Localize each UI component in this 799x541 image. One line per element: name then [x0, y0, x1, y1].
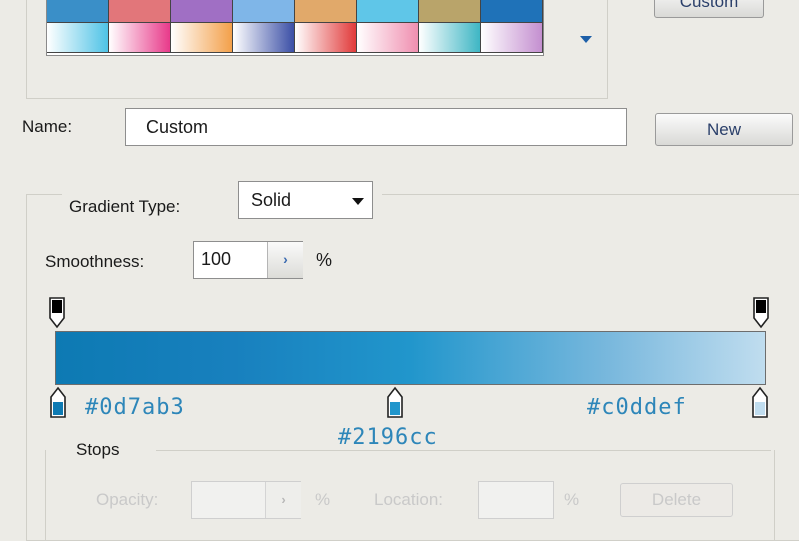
- color-stop-right-icon[interactable]: [750, 386, 770, 420]
- preset-swatch[interactable]: [171, 0, 233, 23]
- preset-swatch[interactable]: [357, 23, 419, 53]
- presets-scroll-down-icon[interactable]: [580, 36, 592, 43]
- smoothness-value[interactable]: 100: [201, 249, 231, 270]
- preset-swatch[interactable]: [357, 0, 419, 23]
- preset-swatch[interactable]: [47, 0, 109, 23]
- stops-divider: [156, 450, 771, 451]
- color-stop-middle-icon[interactable]: [385, 386, 405, 420]
- smoothness-label: Smoothness:: [45, 252, 145, 271]
- preset-swatch[interactable]: [109, 0, 171, 23]
- load-button[interactable]: Custom: [654, 0, 764, 18]
- preset-swatch[interactable]: [233, 0, 295, 23]
- opacity-label: Opacity:: [96, 490, 159, 509]
- color-stop-middle-swatch: [390, 402, 400, 415]
- preset-swatch[interactable]: [233, 23, 295, 53]
- preset-swatch[interactable]: [295, 23, 357, 53]
- color-stop-left-icon[interactable]: [48, 386, 68, 420]
- preset-swatch[interactable]: [481, 0, 543, 23]
- smoothness-unit: %: [316, 250, 333, 270]
- preset-swatch[interactable]: [109, 23, 171, 53]
- new-button[interactable]: New: [655, 113, 793, 146]
- stops-label: Stops: [76, 440, 120, 459]
- delete-button[interactable]: Delete: [620, 483, 733, 517]
- gradient-type-label: Gradient Type:: [69, 197, 181, 216]
- name-input[interactable]: Custom: [125, 108, 627, 146]
- color-stop-left-hex: #0d7ab3: [85, 395, 185, 420]
- preset-swatch[interactable]: [481, 23, 543, 53]
- opacity-stepper-icon[interactable]: ›: [265, 482, 301, 518]
- preset-swatch[interactable]: [419, 0, 481, 23]
- gradient-preview-bar[interactable]: [55, 331, 766, 385]
- preset-swatch-grid: [46, 0, 544, 56]
- preset-swatch[interactable]: [47, 23, 109, 53]
- smoothness-stepper-icon[interactable]: ›: [267, 242, 303, 278]
- color-stop-right-hex: #c0ddef: [587, 395, 687, 420]
- location-label: Location:: [374, 490, 443, 509]
- location-input[interactable]: [478, 481, 554, 519]
- preset-swatch[interactable]: [295, 0, 357, 23]
- color-stop-left-swatch: [53, 402, 63, 415]
- preset-swatch[interactable]: [419, 23, 481, 53]
- location-unit: %: [564, 490, 580, 509]
- color-stop-right-swatch: [755, 402, 765, 415]
- name-label: Name:: [22, 117, 73, 136]
- dropdown-arrow-icon[interactable]: [352, 198, 364, 205]
- opacity-stop-right-icon[interactable]: [751, 296, 771, 330]
- opacity-unit: %: [315, 490, 331, 509]
- color-stop-middle-hex: #2196cc: [338, 425, 438, 450]
- opacity-stop-left-icon[interactable]: [47, 296, 67, 330]
- preset-swatch[interactable]: [171, 23, 233, 53]
